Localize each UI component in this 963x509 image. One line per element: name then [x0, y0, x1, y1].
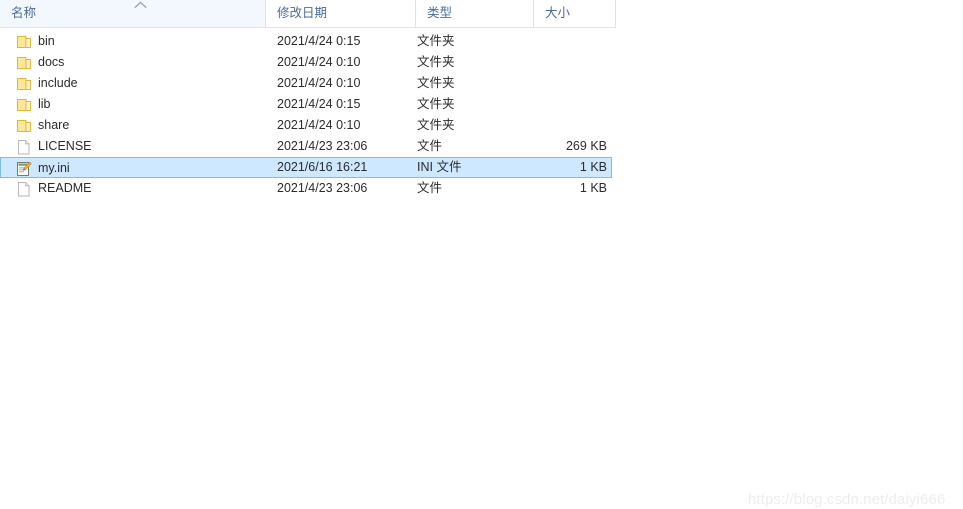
- cell-date-modified: 2021/4/24 0:10: [277, 118, 361, 132]
- cell-size: [500, 115, 607, 136]
- folder-icon: [16, 76, 32, 92]
- blank-document-icon: [16, 139, 32, 155]
- cell-name[interactable]: bin: [16, 31, 261, 52]
- cell-name[interactable]: share: [16, 115, 261, 136]
- cell-name[interactable]: my.ini: [16, 158, 261, 179]
- file-name-label: share: [38, 118, 70, 132]
- file-name-label: LICENSE: [38, 139, 92, 153]
- column-header-end-divider: [615, 0, 616, 27]
- table-row[interactable]: LICENSE 2021/4/23 23:06 文件 269 KB: [0, 136, 612, 157]
- file-list-view: 名称 修改日期 类型 大小 bin 2021/4/24 0:15 文件夹 docs 20…: [0, 0, 963, 509]
- table-row[interactable]: share 2021/4/24 0:10 文件夹: [0, 115, 612, 136]
- cell-date-modified: 2021/4/23 23:06: [277, 139, 368, 153]
- column-header-name[interactable]: 名称: [0, 0, 265, 27]
- folder-icon: [16, 118, 32, 134]
- file-name-label: README: [38, 181, 92, 195]
- cell-name[interactable]: lib: [16, 94, 261, 115]
- table-row[interactable]: docs 2021/4/24 0:10 文件夹: [0, 52, 612, 73]
- cell-size: 269 KB: [565, 139, 607, 153]
- column-header-bar: 名称 修改日期 类型 大小: [0, 0, 616, 28]
- cell-size: 1 KB: [579, 181, 607, 195]
- column-header-size[interactable]: 大小: [533, 0, 615, 27]
- table-row[interactable]: lib 2021/4/24 0:15 文件夹: [0, 94, 612, 115]
- table-row[interactable]: README 2021/4/23 23:06 文件 1 KB: [0, 178, 612, 199]
- column-header-date-modified[interactable]: 修改日期: [265, 0, 415, 27]
- file-name-label: docs: [38, 55, 65, 69]
- file-name-label: include: [38, 76, 78, 90]
- file-rows-container: bin 2021/4/24 0:15 文件夹 docs 2021/4/24 0:10 文件…: [0, 31, 616, 199]
- table-row[interactable]: include 2021/4/24 0:10 文件夹: [0, 73, 612, 94]
- cell-name[interactable]: include: [16, 73, 261, 94]
- cell-size: [500, 73, 607, 94]
- cell-size: [500, 52, 607, 73]
- column-header-type[interactable]: 类型: [415, 0, 533, 27]
- folder-icon: [16, 97, 32, 113]
- cell-date-modified: 2021/6/16 16:21: [277, 160, 368, 174]
- watermark-text: https://blog.csdn.net/daiyi666: [748, 491, 946, 508]
- cell-date-modified: 2021/4/24 0:15: [277, 34, 361, 48]
- cell-size: [500, 31, 607, 52]
- file-name-label: bin: [38, 34, 55, 48]
- cell-name[interactable]: docs: [16, 52, 261, 73]
- cell-size: 1 KB: [579, 160, 607, 174]
- file-name-label: my.ini: [38, 161, 70, 175]
- notepad-config-icon: [16, 161, 32, 177]
- cell-date-modified: 2021/4/24 0:10: [277, 55, 361, 69]
- cell-size: [500, 94, 607, 115]
- cell-name[interactable]: LICENSE: [16, 136, 261, 157]
- folder-icon: [16, 55, 32, 71]
- table-row[interactable]: my.ini 2021/6/16 16:21 INI 文件 1 KB: [0, 157, 612, 178]
- cell-date-modified: 2021/4/24 0:15: [277, 97, 361, 111]
- cell-date-modified: 2021/4/24 0:10: [277, 76, 361, 90]
- file-name-label: lib: [38, 97, 51, 111]
- blank-document-icon: [16, 181, 32, 197]
- table-row[interactable]: bin 2021/4/24 0:15 文件夹: [0, 31, 612, 52]
- cell-date-modified: 2021/4/23 23:06: [277, 181, 368, 195]
- cell-name[interactable]: README: [16, 178, 261, 199]
- folder-icon: [16, 34, 32, 50]
